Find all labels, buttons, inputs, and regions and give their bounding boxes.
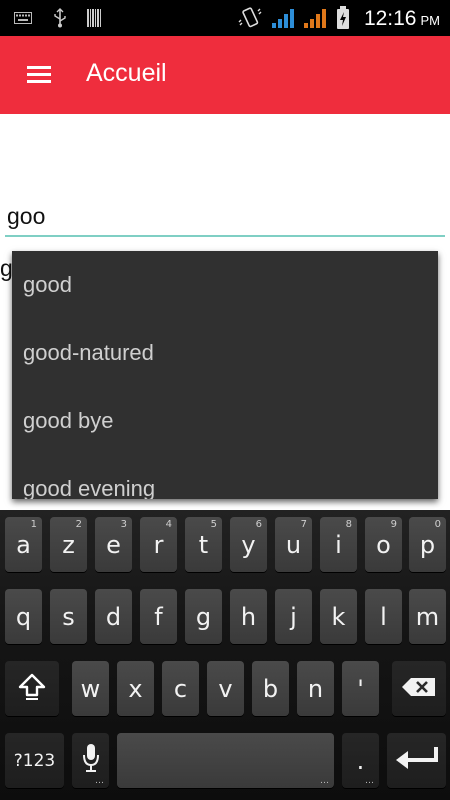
key-hint: 2 bbox=[75, 519, 82, 530]
suggestion-item[interactable]: good-natured bbox=[12, 319, 438, 387]
more-options-dots-icon: … bbox=[365, 776, 375, 786]
key-label: . bbox=[356, 746, 365, 775]
key-y[interactable]: y6 bbox=[230, 517, 267, 572]
underlying-text: g bbox=[0, 255, 13, 281]
key-label: u bbox=[285, 530, 302, 559]
key-v[interactable]: v bbox=[207, 661, 244, 716]
keyboard-icon bbox=[10, 0, 36, 36]
key-j[interactable]: j bbox=[275, 589, 312, 644]
clock: 12:16 PM bbox=[364, 0, 440, 36]
key-o[interactable]: o9 bbox=[365, 517, 402, 572]
key-hint: 9 bbox=[390, 519, 397, 530]
hamburger-menu-icon[interactable] bbox=[20, 60, 58, 90]
shift-key[interactable] bbox=[5, 661, 59, 716]
key-label: o bbox=[376, 530, 391, 559]
key-i[interactable]: i8 bbox=[320, 517, 357, 572]
key-label: i bbox=[335, 530, 342, 559]
clock-time: 12:16 bbox=[363, 7, 417, 30]
key-label: p bbox=[419, 530, 436, 559]
page-title: Accueil bbox=[86, 59, 167, 87]
backspace-icon bbox=[401, 675, 437, 703]
barcode-icon bbox=[84, 0, 104, 36]
key-w[interactable]: w bbox=[72, 661, 109, 716]
more-options-dots-icon: … bbox=[320, 776, 330, 786]
key-hint: 3 bbox=[120, 519, 127, 530]
key-hint: 4 bbox=[165, 519, 172, 530]
key-e[interactable]: e3 bbox=[95, 517, 132, 572]
usb-icon bbox=[50, 0, 70, 36]
key-q[interactable]: q bbox=[5, 589, 42, 644]
key-label: y bbox=[241, 530, 256, 559]
suggestion-item[interactable]: good evening bbox=[12, 455, 438, 499]
search-underline bbox=[5, 235, 445, 237]
signal-icon bbox=[302, 0, 328, 36]
key-hint: 5 bbox=[210, 519, 217, 530]
microphone-icon bbox=[81, 743, 101, 779]
key-f[interactable]: f bbox=[140, 589, 177, 644]
key-k[interactable]: k bbox=[320, 589, 357, 644]
space-bar[interactable]: … bbox=[117, 733, 334, 788]
suggestion-item[interactable]: good bbox=[12, 251, 438, 319]
key-d[interactable]: d bbox=[95, 589, 132, 644]
soft-keyboard: a1 z2 e3 r4 t5 y6 u7 i8 o9 p0 q s d f g … bbox=[0, 510, 450, 800]
key-z[interactable]: z2 bbox=[50, 517, 87, 572]
key-g[interactable]: g bbox=[185, 589, 222, 644]
key-label: a bbox=[16, 530, 31, 559]
key-hint: 8 bbox=[345, 519, 352, 530]
clock-ampm: PM bbox=[420, 13, 441, 28]
autocomplete-dropdown: good good-natured good bye good evening bbox=[12, 251, 438, 499]
enter-key[interactable] bbox=[387, 733, 446, 788]
key-x[interactable]: x bbox=[117, 661, 154, 716]
key-hint: 7 bbox=[300, 519, 307, 530]
enter-arrow-icon bbox=[394, 745, 440, 777]
signal-icon bbox=[270, 0, 296, 36]
key-label: r bbox=[153, 530, 164, 559]
search-input[interactable] bbox=[5, 196, 445, 236]
microphone-key[interactable]: … bbox=[72, 733, 109, 788]
key-apostrophe[interactable]: ' bbox=[342, 661, 379, 716]
key-hint: 6 bbox=[255, 519, 262, 530]
backspace-key[interactable] bbox=[392, 661, 446, 716]
key-r[interactable]: r4 bbox=[140, 517, 177, 572]
key-hint: 1 bbox=[30, 519, 37, 530]
key-l[interactable]: l bbox=[365, 589, 402, 644]
battery-charging-icon bbox=[334, 0, 352, 36]
more-options-dots-icon: … bbox=[95, 776, 105, 786]
key-label: t bbox=[198, 530, 209, 559]
key-label: z bbox=[62, 530, 75, 559]
key-hint: 0 bbox=[434, 519, 441, 530]
vibrate-icon bbox=[236, 0, 264, 36]
app-bar: Accueil bbox=[0, 36, 450, 114]
symbols-key[interactable]: ?123 bbox=[5, 733, 64, 788]
period-key[interactable]: . … bbox=[342, 733, 379, 788]
key-h[interactable]: h bbox=[230, 589, 267, 644]
status-bar: 12:16 PM bbox=[0, 0, 450, 36]
key-b[interactable]: b bbox=[252, 661, 289, 716]
key-a[interactable]: a1 bbox=[5, 517, 42, 572]
key-n[interactable]: n bbox=[297, 661, 334, 716]
shift-arrow-icon bbox=[17, 671, 47, 707]
key-u[interactable]: u7 bbox=[275, 517, 312, 572]
key-m[interactable]: m bbox=[409, 589, 446, 644]
suggestion-item[interactable]: good bye bbox=[12, 387, 438, 455]
key-p[interactable]: p0 bbox=[409, 517, 446, 572]
key-label: e bbox=[106, 530, 121, 559]
key-s[interactable]: s bbox=[50, 589, 87, 644]
key-t[interactable]: t5 bbox=[185, 517, 222, 572]
key-c[interactable]: c bbox=[162, 661, 199, 716]
